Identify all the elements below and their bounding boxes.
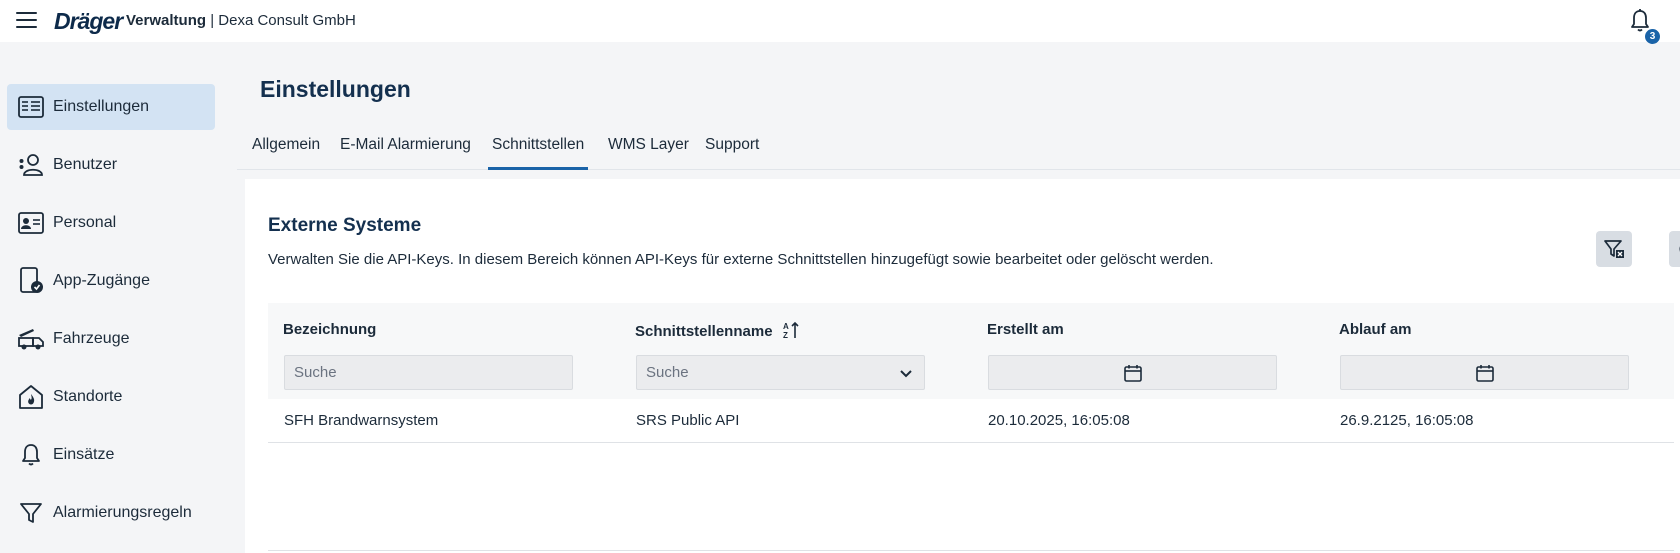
sidebar-item-label: Einstellungen [53, 98, 150, 115]
menu-icon[interactable] [16, 12, 37, 28]
sidebar-item-fahrzeuge[interactable]: Fahrzeuge [7, 316, 215, 362]
table-header: Bezeichnung Schnittstellenname AZ Erstel… [268, 303, 1674, 399]
tab-schnittstellen[interactable]: Schnittstellen [488, 136, 589, 170]
sidebar-item-label: Einsätze [53, 446, 115, 463]
chevron-down-icon [900, 370, 912, 378]
sidebar-item-label: Personal [53, 214, 117, 231]
section-description: Verwalten Sie die API-Keys. In diesem Be… [268, 251, 1214, 268]
title-separator: | [206, 12, 219, 29]
tab-support[interactable]: Support [705, 136, 759, 170]
calendar-icon [1475, 364, 1494, 382]
sidebar: Einstellungen Benutzer Personal App-Zugä… [0, 42, 237, 553]
sidebar-item-alarmierungsregeln[interactable]: Alarmierungsregeln [7, 490, 215, 536]
cell-erstellt-am: 20.10.2025, 16:05:08 [988, 412, 1130, 429]
app-title: Verwaltung | Dexa Consult GmbH [126, 12, 356, 29]
refresh-button[interactable] [1669, 231, 1680, 267]
clear-filter-icon [1604, 240, 1624, 258]
cell-ablauf-am: 26.9.2125, 16:05:08 [1340, 412, 1474, 429]
sidebar-item-label: Fahrzeuge [53, 330, 130, 347]
bell-icon [17, 441, 45, 469]
clear-filter-button[interactable] [1596, 231, 1632, 267]
sidebar-item-standorte[interactable]: Standorte [7, 374, 215, 420]
filter-icon [17, 499, 45, 527]
column-header-schnittstellenname[interactable]: Schnittstellenname AZ [635, 321, 801, 340]
user-icon [17, 151, 45, 179]
bezeichnung-search-input[interactable]: Suche [284, 355, 573, 390]
sidebar-item-einstellungen[interactable]: Einstellungen [7, 84, 215, 130]
app-name: Verwaltung [126, 12, 207, 29]
id-card-icon [17, 209, 45, 237]
org-name: Dexa Consult GmbH [218, 12, 356, 29]
settings-tabs: Allgemein E-Mail Alarmierung Schnittstel… [237, 126, 1680, 170]
refresh-icon [1679, 246, 1680, 252]
sidebar-item-benutzer[interactable]: Benutzer [7, 142, 215, 188]
calendar-icon [1123, 364, 1142, 382]
page-title: Einstellungen [260, 76, 411, 102]
sort-ascending-icon: AZ [783, 321, 799, 340]
tab-wms-layer[interactable]: WMS Layer [608, 136, 689, 170]
top-bar: Dräger Verwaltung | Dexa Consult GmbH 3 [0, 0, 1680, 44]
external-systems-card: Externe Systeme Verwalten Sie die API-Ke… [245, 179, 1680, 553]
select-placeholder: Suche [646, 364, 689, 381]
ablauf-am-date-filter[interactable] [1340, 355, 1629, 390]
erstellt-am-date-filter[interactable] [988, 355, 1277, 390]
cell-bezeichnung: SFH Brandwarnsystem [284, 412, 439, 429]
tab-email-alarmierung[interactable]: E-Mail Alarmierung [340, 136, 471, 170]
column-header-ablauf-am[interactable]: Ablauf am [1339, 321, 1412, 338]
svg-text:Z: Z [783, 331, 788, 339]
column-header-erstellt-am[interactable]: Erstellt am [987, 321, 1064, 338]
station-icon [17, 383, 45, 411]
column-header-bezeichnung[interactable]: Bezeichnung [283, 321, 376, 338]
app-access-icon [17, 267, 45, 295]
sidebar-item-personal[interactable]: Personal [7, 200, 215, 246]
tab-allgemein[interactable]: Allgemein [252, 136, 320, 170]
fire-truck-icon [17, 325, 45, 353]
sidebar-item-app-zugaenge[interactable]: App-Zugänge [7, 258, 215, 304]
table-row[interactable]: SFH Brandwarnsystem SRS Public API 20.10… [268, 399, 1674, 443]
draeger-logo: Dräger [54, 8, 123, 34]
schnittstellenname-search-select[interactable]: Suche [636, 355, 925, 390]
section-title: Externe Systeme [268, 215, 422, 236]
cell-schnittstellenname: SRS Public API [636, 412, 740, 429]
sidebar-item-label: App-Zugänge [53, 272, 150, 289]
sidebar-item-label: Alarmierungsregeln [53, 504, 192, 521]
column-label: Schnittstellenname [635, 323, 773, 340]
sidebar-item-label: Standorte [53, 388, 123, 405]
notification-count-badge: 3 [1645, 29, 1660, 44]
table-footer-divider [268, 550, 1674, 551]
sidebar-item-einsaetze[interactable]: Einsätze [7, 432, 215, 478]
sidebar-item-label: Benutzer [53, 156, 118, 173]
svg-text:A: A [783, 322, 789, 331]
settings-panel-icon [17, 93, 45, 121]
